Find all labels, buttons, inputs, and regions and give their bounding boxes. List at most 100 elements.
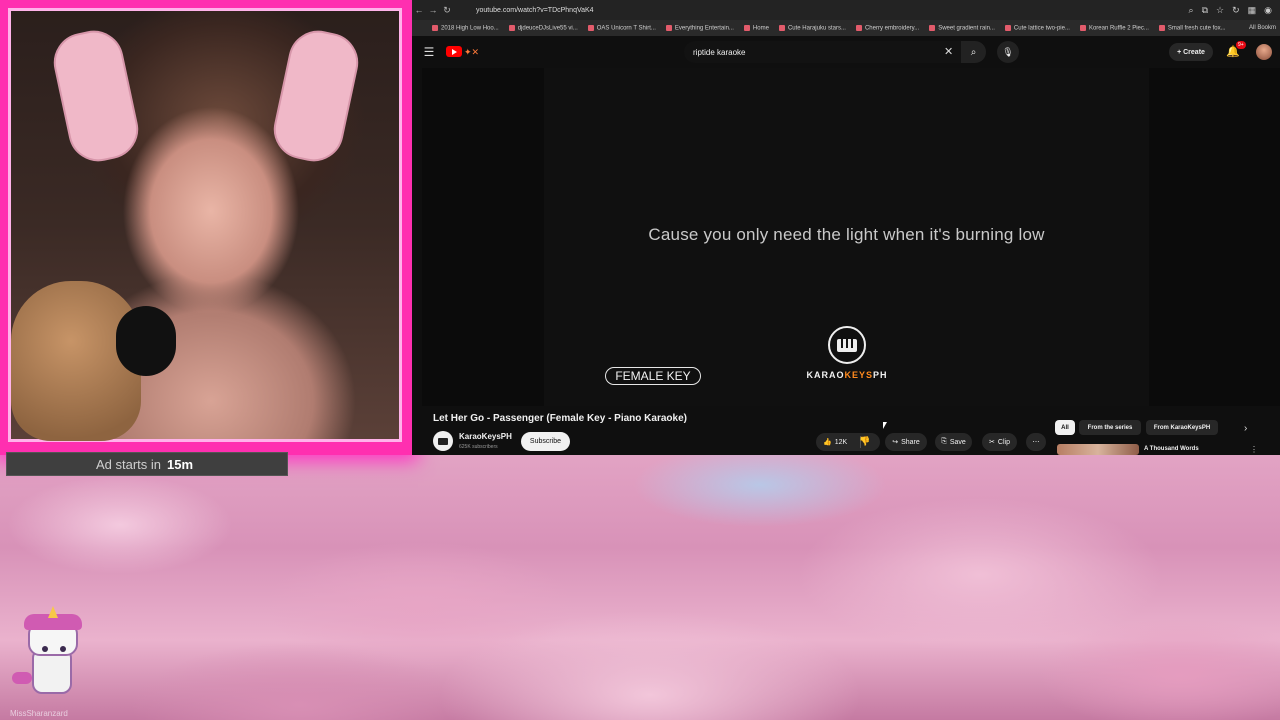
bookmark-icon — [1004, 24, 1011, 31]
thumbs-up-icon: 👍 — [823, 439, 832, 446]
bookmarks-bar: 2018 High Low Hoo... djdeuceDJsLive55 vi… — [412, 20, 1280, 36]
account-avatar[interactable] — [1256, 44, 1272, 60]
piano-keys-icon — [828, 326, 866, 364]
save-button[interactable]: ⎘ Save — [935, 433, 972, 451]
bookmark-icon — [855, 24, 862, 31]
star-icon[interactable]: ☆ — [1216, 5, 1224, 16]
piano-mini-icon — [438, 437, 448, 445]
bookmark-icon — [1079, 24, 1086, 31]
play-icon — [446, 46, 462, 57]
share-label: Share — [901, 438, 920, 446]
microphone — [116, 306, 176, 376]
voice-search-button[interactable]: 🎙 — [997, 41, 1019, 63]
bookmark-icon — [665, 24, 672, 31]
bookmark-item[interactable]: Korean Ruffle 2 Piec... — [1079, 24, 1149, 31]
bookmark-icon — [587, 24, 594, 31]
like-button[interactable]: 👍 12K — [816, 433, 880, 451]
bookmark-item[interactable]: Sweet gradient rain... — [929, 24, 995, 31]
karaoke-lyric-line: Cause you only need the light when it's … — [648, 225, 1045, 244]
bookmark-item[interactable]: djdeuceDJsLive55 vi... — [508, 24, 578, 31]
filter-chip-all[interactable]: All — [1055, 420, 1075, 435]
save-label: Save — [949, 438, 966, 446]
create-button[interactable]: + Create — [1169, 43, 1213, 61]
all-bookmarks-button[interactable]: All Bookm — [1249, 25, 1280, 31]
filter-chip-series[interactable]: From the series — [1079, 420, 1141, 435]
unicorn-sticker — [12, 606, 86, 708]
share-button[interactable]: ↪ Share — [885, 433, 927, 451]
zoom-icon[interactable]: ⌕ — [1189, 5, 1194, 16]
stream-scene: Ad starts in 15m ← → ↻ youtube.com/watch… — [0, 0, 1280, 720]
bookmark-item[interactable]: 2018 High Low Hoo... — [432, 24, 499, 31]
streamer-name-label: MissSharanzard — [10, 709, 68, 718]
unicorn-eye — [60, 646, 66, 652]
female-key-badge: FEMALE KEY — [605, 367, 701, 385]
logo-decoration-icon: ✦✕ — [464, 47, 480, 57]
bookmark-icon — [1158, 24, 1165, 31]
mouse-cursor-icon — [883, 422, 887, 429]
channel-name[interactable]: KaraoKeysPH — [459, 432, 512, 441]
subscribe-button[interactable]: Subscribe — [521, 432, 570, 451]
reload-icon[interactable]: ↻ — [440, 5, 454, 16]
create-label: Create — [1183, 48, 1205, 56]
channel-watermark: KARAOKEYSPH — [806, 370, 888, 380]
unicorn-horn-icon — [48, 606, 58, 618]
filter-chip-channel[interactable]: From KaraoKeysPH — [1146, 420, 1218, 435]
search-input[interactable]: riptide karaoke — [684, 41, 961, 63]
microphone-icon: 🎙 — [1002, 46, 1014, 57]
pink-clouds-background — [0, 455, 1280, 720]
scissors-icon: ✂ — [989, 439, 995, 446]
unicorn-tail — [12, 672, 32, 684]
hamburger-menu-icon[interactable]: ☰ — [418, 45, 440, 59]
video-player[interactable]: Cause you only need the light when it's … — [544, 68, 1149, 406]
clip-button[interactable]: ✂ Clip — [982, 433, 1017, 451]
bookmark-item[interactable]: Cute Harajuku stars... — [778, 24, 846, 31]
bookmark-item[interactable]: Small fresh cute fox... — [1158, 24, 1226, 31]
bookmark-icon — [778, 24, 785, 31]
notifications-badge: 9+ — [1236, 41, 1246, 49]
bookmark-item[interactable]: Everything Entertain... — [665, 24, 734, 31]
bookmark-icon — [743, 24, 750, 31]
headphone-left-cup — [48, 25, 144, 167]
bookmark-item[interactable]: Cute lattice two-pie... — [1004, 24, 1070, 31]
ad-countdown-label: Ad starts in — [96, 456, 162, 472]
browser-window: ← → ↻ youtube.com/watch?v=TDcPhnqVaK4 ⌕ … — [412, 0, 1280, 455]
subscriber-count: 625K subscribers — [459, 444, 498, 450]
extensions-icon[interactable]: ▦ — [1248, 5, 1257, 16]
more-actions-button[interactable]: ⋯ — [1026, 433, 1046, 451]
bookmark-save-icon: ⎘ — [941, 438, 947, 445]
thumbs-down-icon[interactable]: 👎 — [859, 436, 870, 447]
share-arrow-icon: ↪ — [892, 439, 899, 446]
bookmark-icon — [432, 24, 438, 31]
profile-icon[interactable]: ◉ — [1264, 5, 1272, 16]
bookmark-item[interactable]: OAS Unicorn T Shirt... — [587, 24, 656, 31]
bookmark-icon — [508, 24, 515, 31]
like-count: 12K — [834, 438, 848, 446]
share-page-icon[interactable]: ⧉ — [1202, 5, 1208, 16]
bookmark-item[interactable]: Cherry embroidery... — [855, 24, 919, 31]
forward-icon[interactable]: → — [426, 5, 440, 15]
video-title: Let Her Go - Passenger (Female Key - Pia… — [433, 413, 687, 424]
recommendation-title[interactable]: A Thousand Words — [1144, 446, 1199, 452]
bookmark-icon — [929, 24, 936, 31]
headphone-right-cup — [268, 25, 364, 167]
refresh-icon[interactable]: ↻ — [1232, 5, 1240, 16]
bookmark-item[interactable]: Home — [743, 24, 769, 31]
recommendation-thumbnail[interactable] — [1057, 444, 1139, 455]
channel-avatar[interactable] — [433, 431, 453, 451]
youtube-header: ☰ ✦✕ riptide karaoke ✕ ⌕ 🎙 + Create 🔔 9+ — [412, 36, 1280, 68]
player-container: Cause you only need the light when it's … — [422, 68, 1280, 406]
ad-countdown-time: 15m — [167, 456, 194, 472]
ad-countdown-badge: Ad starts in 15m — [6, 452, 288, 476]
back-icon[interactable]: ← — [412, 5, 426, 15]
url-text[interactable]: youtube.com/watch?v=TDcPhnqVaK4 — [476, 7, 594, 14]
address-bar: ← → ↻ youtube.com/watch?v=TDcPhnqVaK4 ⌕ … — [412, 0, 1280, 20]
clear-search-icon[interactable]: ✕ — [944, 45, 953, 58]
chevron-right-icon[interactable]: › — [1244, 423, 1247, 434]
clip-label: Clip — [997, 438, 1010, 446]
youtube-logo[interactable]: ✦✕ — [446, 45, 486, 59]
kebab-menu-icon[interactable]: ⋮ — [1250, 445, 1258, 454]
browser-toolbar-icons: ⌕ ⧉ ☆ ↻ ▦ ◉ — [1189, 5, 1280, 16]
search-button[interactable]: ⌕ — [961, 41, 986, 63]
webcam-feed — [8, 8, 402, 442]
webcam-frame — [0, 0, 412, 455]
